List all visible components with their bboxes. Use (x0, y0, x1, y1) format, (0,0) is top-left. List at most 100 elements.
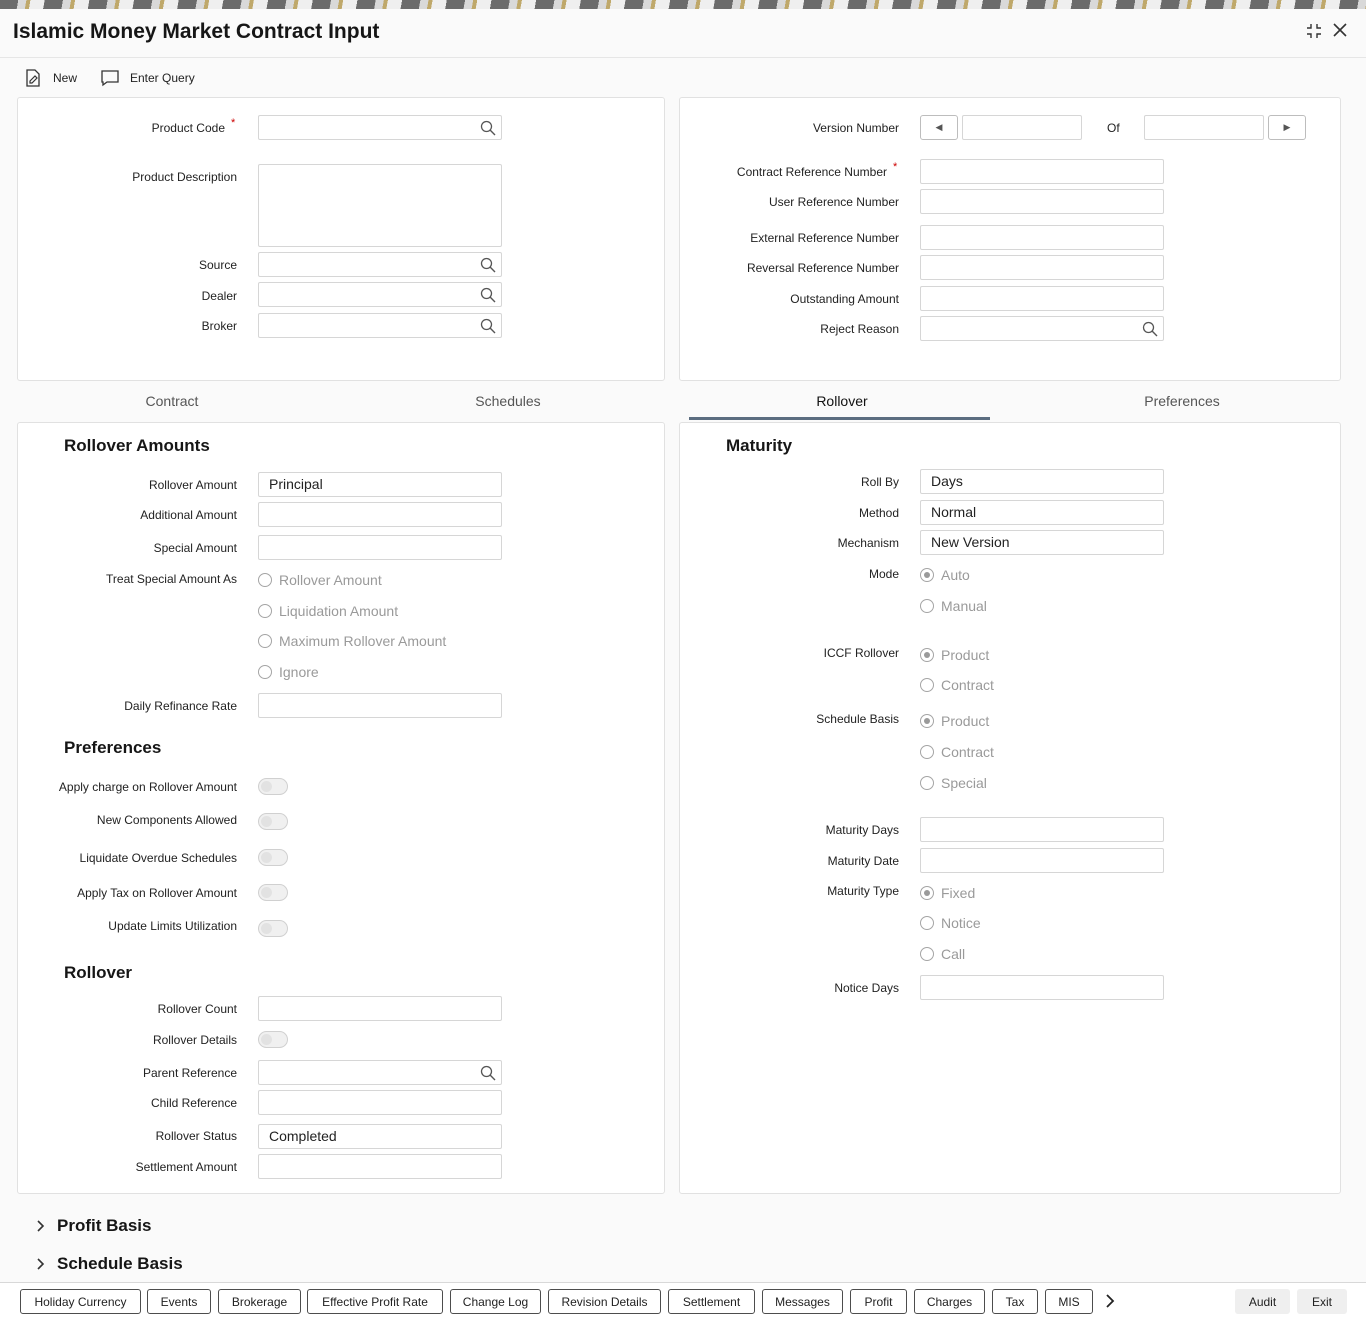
footer-bar: Holiday Currency Events Brokerage Effect… (0, 1282, 1366, 1320)
radio-liquidation-amount[interactable]: Liquidation Amount (258, 603, 398, 619)
reversal-reference-input[interactable] (920, 255, 1164, 280)
dealer-input[interactable] (258, 282, 502, 307)
child-reference-input[interactable] (258, 1090, 502, 1115)
method-field[interactable]: Normal (920, 500, 1164, 525)
maturity-date-input[interactable] (920, 848, 1164, 873)
close-icon[interactable] (1331, 21, 1349, 44)
tab-contract[interactable]: Contract (112, 393, 232, 409)
chevron-right-icon (37, 1258, 45, 1270)
holiday-currency-button[interactable]: Holiday Currency (20, 1289, 141, 1314)
settlement-button[interactable]: Settlement (668, 1289, 755, 1314)
profit-basis-label: Profit Basis (57, 1216, 152, 1235)
brokerage-button[interactable]: Brokerage (218, 1289, 301, 1314)
additional-amount-input[interactable] (258, 502, 502, 527)
radio-mode-manual[interactable]: Manual (920, 598, 987, 614)
messages-button[interactable]: Messages (762, 1289, 843, 1314)
tab-rollover[interactable]: Rollover (782, 393, 902, 409)
tab-preferences[interactable]: Preferences (1122, 393, 1242, 409)
rollover-amount-label: Rollover Amount (148, 478, 237, 492)
tab-schedules[interactable]: Schedules (448, 393, 568, 409)
notice-days-input[interactable] (920, 975, 1164, 1000)
daily-refinance-rate-input[interactable] (258, 693, 502, 718)
user-reference-label: User Reference Number (768, 195, 899, 209)
maturity-days-input[interactable] (920, 817, 1164, 842)
outstanding-amount-input[interactable] (920, 286, 1164, 311)
radio-rollover-amount[interactable]: Rollover Amount (258, 572, 382, 588)
special-amount-label: Special Amount (153, 541, 237, 555)
new-components-toggle[interactable] (258, 813, 288, 830)
version-number-input[interactable] (962, 115, 1082, 140)
rollover-amount-field[interactable]: Principal (258, 472, 502, 497)
change-log-button[interactable]: Change Log (450, 1289, 541, 1314)
external-reference-label: External Reference Number (750, 231, 899, 245)
rollover-details-toggle[interactable] (258, 1031, 288, 1048)
radio-schedule-product[interactable]: Product (920, 713, 989, 729)
roll-by-field[interactable]: Days (920, 469, 1164, 494)
settlement-amount-label: Settlement Amount (135, 1160, 237, 1174)
maximize-icon[interactable] (1304, 21, 1324, 46)
radio-iccf-product[interactable]: Product (920, 647, 989, 663)
external-reference-input[interactable] (920, 225, 1164, 250)
radio-mode-auto[interactable]: Auto (920, 567, 970, 583)
exit-button[interactable]: Exit (1297, 1289, 1347, 1314)
rollover-details-label: Rollover Details (152, 1033, 237, 1047)
search-icon[interactable] (480, 257, 496, 273)
search-icon[interactable] (480, 120, 496, 136)
iccf-rollover-label: ICCF Rollover (823, 646, 899, 660)
version-total-input[interactable] (1144, 115, 1264, 140)
audit-button[interactable]: Audit (1235, 1289, 1290, 1314)
source-input[interactable] (258, 252, 502, 277)
parent-reference-input[interactable] (258, 1060, 502, 1085)
radio-schedule-special[interactable]: Special (920, 775, 987, 791)
user-reference-input[interactable] (920, 189, 1164, 214)
search-icon[interactable] (480, 318, 496, 334)
reject-reason-input[interactable] (920, 316, 1164, 341)
charges-button[interactable]: Charges (914, 1289, 985, 1314)
product-description-textarea[interactable] (258, 164, 502, 247)
search-icon[interactable] (480, 287, 496, 303)
version-prev-button[interactable]: ◀ (920, 115, 958, 140)
radio-maturity-call[interactable]: Call (920, 946, 965, 962)
schedule-basis-section[interactable]: Schedule Basis (36, 1254, 183, 1274)
mis-button[interactable]: MIS (1045, 1289, 1093, 1314)
profit-basis-section[interactable]: Profit Basis (36, 1216, 151, 1236)
radio-maximum-rollover-amount[interactable]: Maximum Rollover Amount (258, 633, 446, 649)
apply-tax-toggle[interactable] (258, 884, 288, 901)
special-amount-input[interactable] (258, 535, 502, 560)
more-chevron-icon[interactable] (1105, 1293, 1115, 1312)
liquidate-overdue-label: Liquidate Overdue Schedules (79, 851, 237, 865)
radio-maturity-fixed[interactable]: Fixed (920, 885, 975, 901)
product-code-input[interactable] (258, 115, 502, 140)
profit-button[interactable]: Profit (850, 1289, 907, 1314)
radio-maturity-notice[interactable]: Notice (920, 915, 981, 931)
rollover-count-input[interactable] (258, 996, 502, 1021)
outstanding-amount-label: Outstanding Amount (790, 292, 899, 306)
radio-ignore[interactable]: Ignore (258, 664, 319, 680)
search-icon[interactable] (480, 1065, 496, 1081)
radio-schedule-contract[interactable]: Contract (920, 744, 994, 760)
update-limits-toggle[interactable] (258, 920, 288, 937)
events-button[interactable]: Events (147, 1289, 211, 1314)
liquidate-overdue-toggle[interactable] (258, 849, 288, 866)
chevron-right-icon (37, 1220, 45, 1232)
version-number-label: Version Number (812, 121, 899, 135)
product-code-label: Product Code (151, 121, 225, 135)
maturity-date-label: Maturity Date (827, 854, 899, 868)
broker-input[interactable] (258, 313, 502, 338)
new-button[interactable]: New (23, 68, 77, 88)
settlement-amount-input[interactable] (258, 1154, 502, 1179)
rollover-status-field[interactable]: Completed (258, 1124, 502, 1149)
effective-profit-rate-button[interactable]: Effective Profit Rate (307, 1289, 443, 1314)
version-next-button[interactable]: ▶ (1268, 115, 1306, 140)
revision-details-button[interactable]: Revision Details (548, 1289, 661, 1314)
apply-charge-toggle[interactable] (258, 778, 288, 795)
new-components-label: New Components Allowed (96, 813, 237, 827)
treat-special-amount-label: Treat Special Amount As (106, 572, 237, 586)
maturity-type-label: Maturity Type (827, 884, 899, 898)
radio-iccf-contract[interactable]: Contract (920, 677, 994, 693)
mechanism-field[interactable]: New Version (920, 530, 1164, 555)
contract-reference-input[interactable] (920, 159, 1164, 184)
enter-query-button[interactable]: Enter Query (100, 68, 195, 88)
tax-button[interactable]: Tax (992, 1289, 1038, 1314)
search-icon[interactable] (1142, 321, 1158, 337)
